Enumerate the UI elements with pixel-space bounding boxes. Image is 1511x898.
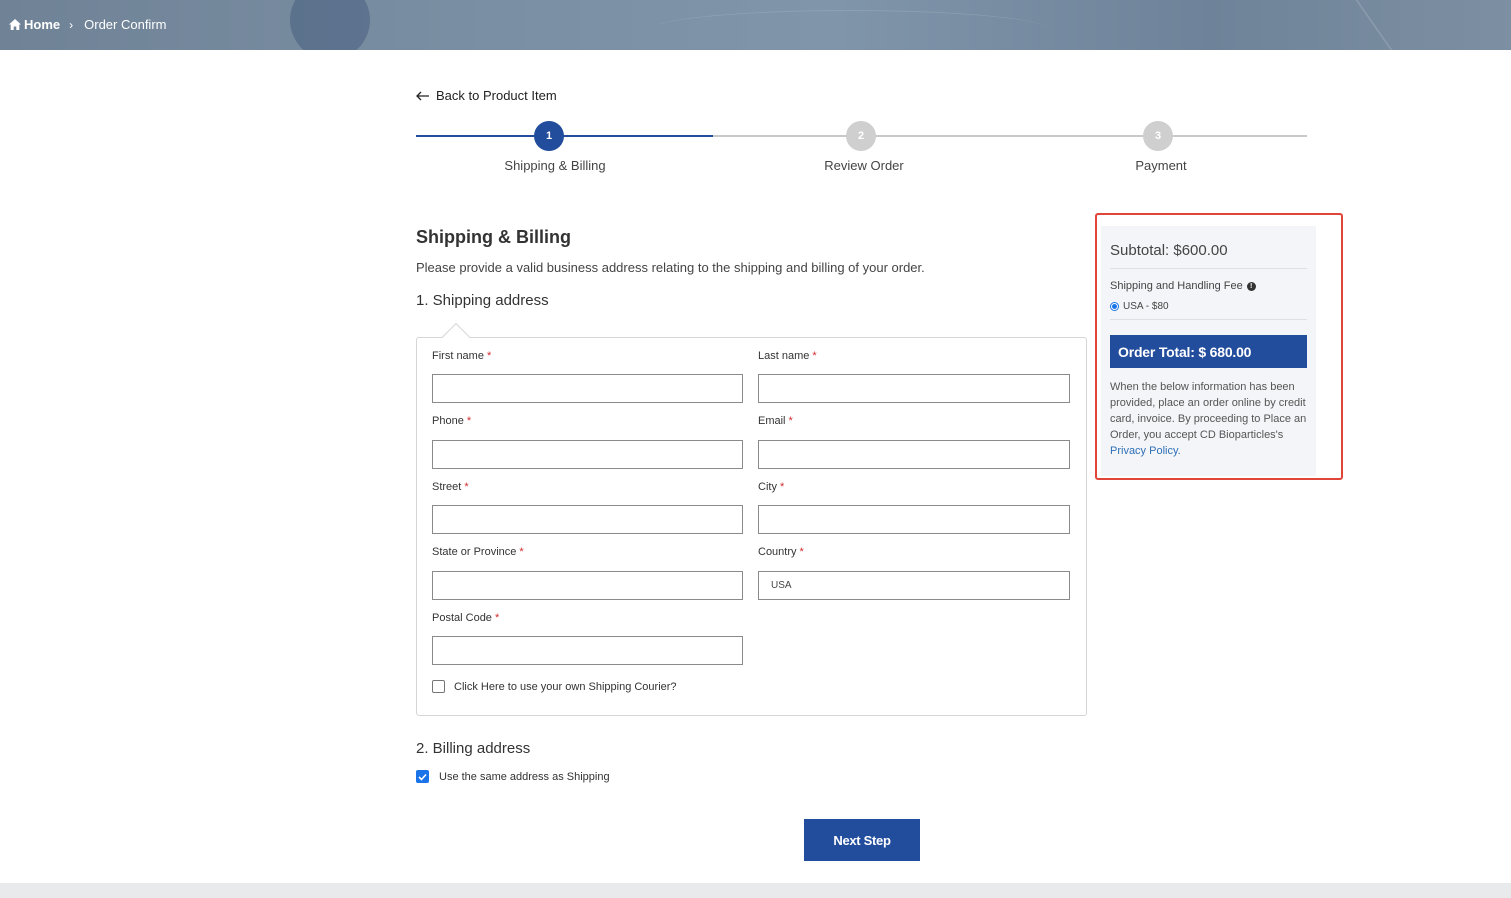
city-label: City * xyxy=(758,481,784,493)
order-total-bar: Order Total: $ 680.00 xyxy=(1110,335,1307,368)
summary-divider xyxy=(1110,319,1307,320)
top-banner: Home › Order Confirm xyxy=(0,0,1511,50)
checkout-stepper: 1 Shipping & Billing 2 Review Order 3 Pa… xyxy=(416,120,1307,180)
form-description: Please provide a valid business address … xyxy=(416,260,925,275)
billing-address-heading: 2. Billing address xyxy=(416,740,531,757)
required-mark: * xyxy=(788,415,793,427)
order-summary-panel: Subtotal: $600.00 Shipping and Handling … xyxy=(1101,226,1316,476)
shipping-fee-label-text: Shipping and Handling Fee xyxy=(1110,280,1243,292)
back-to-product-link[interactable]: Back to Product Item xyxy=(416,88,557,103)
required-mark: * xyxy=(466,415,472,427)
street-label-text: Street xyxy=(432,481,462,493)
required-mark: * xyxy=(494,612,500,624)
step-3-number: 3 xyxy=(1154,130,1162,142)
country-label: Country * xyxy=(758,546,804,558)
required-mark: * xyxy=(519,546,524,558)
city-input[interactable] xyxy=(758,505,1070,534)
own-courier-label: Click Here to use your own Shipping Cour… xyxy=(454,681,677,693)
breadcrumb-separator: › xyxy=(69,17,74,32)
email-label-text: Email xyxy=(758,415,786,427)
shipping-option-radio[interactable] xyxy=(1110,302,1119,311)
order-notice: When the below information has been prov… xyxy=(1110,379,1310,459)
step-3-label: Payment xyxy=(1135,158,1187,173)
email-label: Email * xyxy=(758,415,793,427)
banner-decoration xyxy=(290,0,370,50)
same-address-checkbox[interactable] xyxy=(416,770,429,783)
state-label: State or Province * xyxy=(432,546,524,558)
city-label-text: City xyxy=(758,481,777,493)
country-input[interactable]: USA xyxy=(758,571,1070,600)
state-label-text: State or Province xyxy=(432,546,517,558)
phone-label: Phone * xyxy=(432,415,471,427)
street-label: Street * xyxy=(432,481,469,493)
banner-decoration xyxy=(1348,0,1511,50)
summary-divider xyxy=(1110,268,1307,269)
postal-code-label: Postal Code * xyxy=(432,612,499,624)
privacy-policy-link[interactable]: Privacy Policy. xyxy=(1110,445,1181,457)
last-name-label-text: Last name xyxy=(758,350,810,362)
home-icon xyxy=(9,19,21,30)
postal-code-input[interactable] xyxy=(432,636,743,665)
banner-decoration xyxy=(650,10,1050,50)
step-1-label: Shipping & Billing xyxy=(504,158,606,173)
next-step-button[interactable]: Next Step xyxy=(804,819,920,861)
step-1-number: 1 xyxy=(545,130,553,142)
breadcrumb-current: Order Confirm xyxy=(84,17,167,32)
radio-selected-dot xyxy=(1112,304,1117,309)
page-title: Shipping & Billing xyxy=(416,227,571,247)
stepper-track-progress xyxy=(416,135,713,137)
phone-input[interactable] xyxy=(432,440,743,469)
breadcrumb-home-link[interactable]: Home xyxy=(9,17,60,32)
required-mark: * xyxy=(779,481,785,493)
phone-label-text: Phone xyxy=(432,415,464,427)
footer-band xyxy=(0,883,1511,898)
step-3-indicator: 3 xyxy=(1143,121,1173,151)
own-courier-checkbox[interactable] xyxy=(432,680,445,693)
shipping-address-heading: 1. Shipping address xyxy=(416,292,549,309)
same-address-label: Use the same address as Shipping xyxy=(439,771,610,783)
last-name-input[interactable] xyxy=(758,374,1070,403)
first-name-label-text: First name xyxy=(432,350,484,362)
back-link-label: Back to Product Item xyxy=(436,88,557,103)
required-mark: * xyxy=(486,350,492,362)
breadcrumb-home-label: Home xyxy=(24,17,61,32)
order-notice-text: When the below information has been prov… xyxy=(1110,381,1307,441)
checkmark-icon xyxy=(418,773,427,781)
state-input[interactable] xyxy=(432,571,743,600)
step-2-number: 2 xyxy=(857,130,865,142)
email-input[interactable] xyxy=(758,440,1070,469)
first-name-input[interactable] xyxy=(432,374,743,403)
subtotal-text: Subtotal: $600.00 xyxy=(1110,242,1228,259)
required-mark: * xyxy=(812,350,817,362)
shipping-option-label: USA - $80 xyxy=(1123,301,1169,312)
step-1-indicator: 1 xyxy=(534,121,564,151)
info-icon[interactable]: ! xyxy=(1246,281,1256,291)
required-mark: * xyxy=(799,546,804,558)
step-2-indicator: 2 xyxy=(846,121,876,151)
breadcrumb: Home › Order Confirm xyxy=(9,17,166,32)
first-name-label: First name * xyxy=(432,350,491,362)
country-label-text: Country xyxy=(758,546,797,558)
last-name-label: Last name * xyxy=(758,350,817,362)
arrow-left-icon xyxy=(416,91,429,100)
shipping-option-usa[interactable]: USA - $80 xyxy=(1110,301,1169,312)
required-mark: * xyxy=(464,481,469,493)
step-2-label: Review Order xyxy=(824,158,904,173)
shipping-fee-label: Shipping and Handling Fee ! xyxy=(1110,280,1256,292)
postal-code-label-text: Postal Code xyxy=(432,612,492,624)
street-input[interactable] xyxy=(432,505,743,534)
